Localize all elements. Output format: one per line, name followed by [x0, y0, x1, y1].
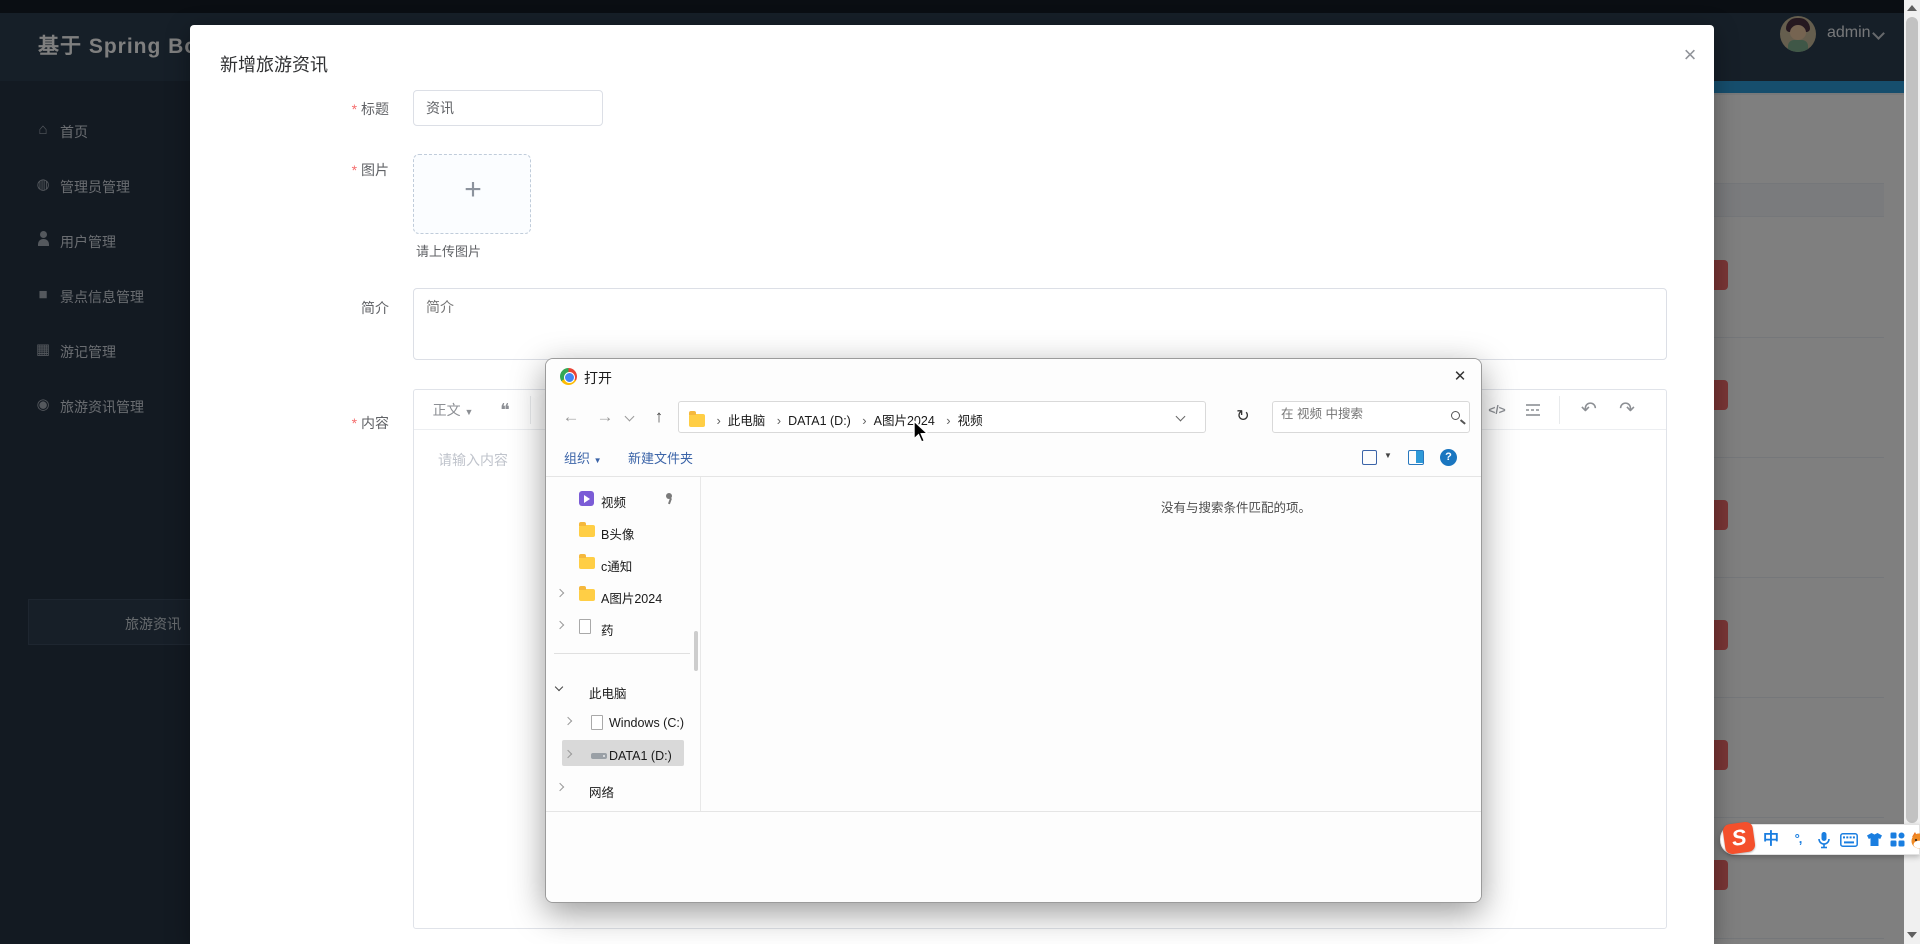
preview-pane-icon[interactable]: [1408, 450, 1424, 465]
intro-textarea[interactable]: [413, 288, 1667, 360]
navigation-pane: 视频 B头像 c通知 A图片2024 药 此电脑 Windows (C:) DA…: [546, 477, 701, 811]
chevron-right-icon: ›: [946, 413, 951, 428]
search-icon: [1451, 411, 1460, 420]
address-dropdown-chevron[interactable]: [1175, 411, 1186, 422]
file-open-dialog: 打开 ✕ ← → ↑ › 此电脑 › DATA1 (D:) › A图片2024 › 视频…: [545, 358, 1482, 903]
page-scrollbar[interactable]: [1904, 0, 1920, 944]
breadcrumb-drive-d[interactable]: DATA1 (D:): [788, 414, 851, 428]
divider-icon[interactable]: [1518, 390, 1548, 430]
breadcrumb-this-pc[interactable]: 此电脑: [728, 414, 766, 428]
title-label: 标题: [279, 99, 389, 119]
mouse-cursor: [912, 419, 934, 449]
quick-access-c-notice[interactable]: c通知: [546, 550, 698, 576]
back-button[interactable]: ←: [556, 401, 586, 433]
fox-mascot-icon[interactable]: [1909, 830, 1920, 850]
scrollbar-thumb[interactable]: [1906, 17, 1918, 823]
tree-drive-d-selected[interactable]: DATA1 (D:): [546, 740, 698, 769]
close-icon[interactable]: ×: [1678, 43, 1702, 67]
chrome-icon: [560, 368, 577, 385]
drive-d-icon: [591, 753, 607, 759]
tree-this-pc[interactable]: 此电脑: [546, 677, 698, 703]
pane-divider: [554, 653, 690, 654]
chevron-right-icon: ›: [716, 413, 721, 428]
undo-icon[interactable]: ↶: [1572, 390, 1606, 430]
drive-c-icon: [591, 715, 603, 730]
help-icon[interactable]: ?: [1440, 449, 1457, 466]
microphone-icon[interactable]: [1814, 830, 1834, 850]
ime-cn-mode-icon[interactable]: 中: [1761, 830, 1781, 850]
scroll-down-arrow[interactable]: [1907, 932, 1917, 938]
quick-access-b-avatars[interactable]: B头像: [546, 518, 698, 544]
new-folder-button[interactable]: 新建文件夹: [628, 448, 693, 467]
chevron-down-icon: ▼: [464, 407, 474, 417]
search-box[interactable]: [1272, 401, 1470, 433]
quick-access-medicine[interactable]: 药: [546, 614, 698, 640]
ime-toolbar: S 中 °,: [1720, 821, 1920, 855]
chevron-right-icon: [555, 588, 565, 598]
dialog-title: 打开: [584, 370, 612, 386]
chevron-right-icon: [563, 749, 573, 759]
tree-network[interactable]: 网络: [546, 776, 698, 802]
chevron-down-icon: [554, 682, 564, 692]
scroll-up-arrow[interactable]: [1907, 5, 1917, 11]
dialog-toolbar: 组织 ▼ 新建文件夹 ▼ ?: [546, 439, 1481, 477]
image-upload-button[interactable]: +: [413, 154, 531, 234]
forward-button[interactable]: →: [590, 401, 620, 433]
code-icon[interactable]: </>: [1480, 390, 1514, 430]
quick-access-videos[interactable]: 视频: [546, 486, 698, 512]
pane-scrollbar-thumb[interactable]: [694, 631, 698, 671]
chevron-right-icon: ›: [862, 413, 867, 428]
organize-button[interactable]: 组织 ▼: [564, 448, 602, 467]
editor-placeholder: 请输入内容: [438, 452, 508, 468]
up-button[interactable]: ↑: [644, 401, 674, 433]
toolbox-grid-icon[interactable]: [1887, 830, 1907, 850]
chevron-down-icon: ▼: [593, 456, 602, 465]
chevron-right-icon: [555, 782, 565, 792]
sogou-logo-icon[interactable]: S: [1722, 821, 1756, 855]
chevron-right-icon: [563, 716, 573, 726]
title-input[interactable]: [413, 90, 603, 126]
chevron-right-icon: [555, 620, 565, 630]
video-folder-icon: [579, 491, 594, 506]
pin-icon: [664, 493, 674, 503]
breadcrumb-videos[interactable]: 视频: [958, 414, 983, 428]
ime-punctuation-icon[interactable]: °,: [1788, 830, 1808, 850]
file-icon: [579, 619, 591, 634]
image-label: 图片: [279, 160, 389, 180]
folder-icon: [579, 554, 595, 569]
search-input[interactable]: [1281, 407, 1441, 421]
intro-label: 简介: [361, 300, 389, 316]
tree-drive-c[interactable]: Windows (C:): [546, 710, 698, 736]
screen: 基于 Spring Bo admin ⌂ 首页 ◍ 管理员管理 用户管理: [0, 0, 1920, 944]
paragraph-dropdown[interactable]: 正文 ▼: [430, 390, 476, 430]
recent-locations-chevron[interactable]: [624, 411, 635, 422]
folder-icon: [579, 586, 595, 601]
quote-icon[interactable]: ❝: [490, 390, 520, 430]
folder-icon: [579, 522, 595, 537]
breadcrumb-bar[interactable]: › 此电脑 › DATA1 (D:) › A图片2024 › 视频: [678, 401, 1206, 433]
empty-results-message: 没有与搜索条件匹配的项。: [1161, 501, 1312, 515]
view-mode-icon[interactable]: [1362, 450, 1377, 465]
folder-icon: [689, 411, 705, 427]
chevron-right-icon: ›: [776, 413, 782, 428]
skin-icon[interactable]: [1864, 830, 1884, 850]
plus-icon: +: [464, 173, 482, 206]
modal-title: 新增旅游资讯: [220, 55, 328, 75]
keyboard-icon[interactable]: [1839, 830, 1859, 850]
content-label: 内容: [279, 413, 389, 433]
refresh-icon[interactable]: ↻: [1228, 401, 1258, 433]
view-mode-chevron[interactable]: ▼: [1384, 451, 1392, 460]
redo-icon[interactable]: ↷: [1610, 390, 1644, 430]
close-icon[interactable]: ✕: [1449, 366, 1471, 388]
dialog-titlebar[interactable]: 打开 ✕: [546, 359, 1481, 393]
quick-access-pictures-2024[interactable]: A图片2024: [546, 582, 698, 608]
upload-hint: 请上传图片: [416, 244, 482, 259]
dialog-footer: 文件名(N): 图片文件 打开(O) 取消: [546, 811, 1481, 902]
